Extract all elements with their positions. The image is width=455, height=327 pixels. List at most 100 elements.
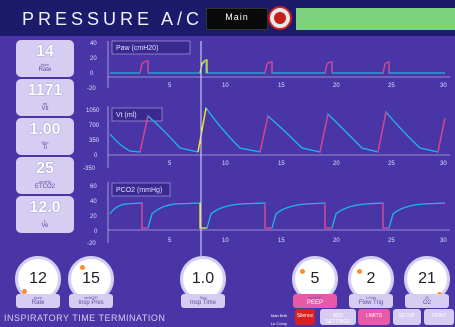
main-screen-button[interactable]: Main <box>206 8 268 30</box>
title-bar: PRESSURE A/C Main <box>0 0 455 36</box>
pco2-ytick-neg20: -20 <box>87 241 96 247</box>
measured-ti-tile[interactable]: 1.00 Sec Ti <box>16 118 74 155</box>
pco2-xtick-30: 30 <box>440 238 447 244</box>
pco2-xtick-25: 25 <box>388 238 395 244</box>
pco2-xtick-15: 15 <box>278 238 285 244</box>
measured-rate-label: Rate <box>38 67 52 73</box>
measured-vti-value: 1171 <box>27 82 63 99</box>
peep-knob-tab[interactable]: cmH2O PEEP <box>293 294 337 308</box>
paw-trace <box>110 60 445 74</box>
vt-inspiration-trace <box>139 111 446 153</box>
flow-trig-knob-label: Flow Trig <box>358 300 384 306</box>
measured-rate-tile[interactable]: 14 bpm Rate <box>16 40 74 77</box>
limits-button-label: LIMITS <box>365 313 383 319</box>
paw-ytick-20: 20 <box>90 56 97 62</box>
status-message: INSPIRATORY TIME TERMINATION <box>4 313 166 323</box>
vt-xtick-15: 15 <box>278 161 285 167</box>
vt-ytick-0: 0 <box>94 153 98 159</box>
insp-time-knob-tab[interactable]: Sec Insp Time <box>181 294 225 308</box>
silence-button-label: Silence <box>296 313 314 319</box>
waveform-area: Paw (cmH20) 40 20 0 -20 5 10 15 20 25 30… <box>83 40 450 256</box>
flow-trig-knob-tab[interactable]: L/min Flow Trig <box>349 294 393 308</box>
vt-xtick-10: 10 <box>222 161 229 167</box>
o2-knob-label: O2 <box>422 300 431 306</box>
peep-knob-label: PEEP <box>306 300 323 306</box>
insp-pres-knob-tab[interactable]: cmH2O Insp Pres <box>69 294 113 308</box>
insp-time-knob-label: Insp Time <box>189 300 216 306</box>
adv-settings-button[interactable]: ADV SETTINGS <box>320 309 356 325</box>
vt-ytick-1050: 1050 <box>86 108 100 114</box>
measured-vti-label: Vti <box>41 106 49 112</box>
vt-current-breath <box>197 107 207 153</box>
brand-logo-icon <box>268 6 292 30</box>
print-button[interactable]: PRINT <box>424 309 454 325</box>
pco2-xtick-5: 5 <box>168 238 172 244</box>
pco2-ytick-60: 60 <box>90 184 97 190</box>
paw-inspiration-trace <box>139 60 390 74</box>
rate-knob-value: 12 <box>29 270 47 287</box>
measurement-panel: 14 bpm Rate 1171 ml Vti 1.00 Sec Ti 25 m… <box>0 36 80 256</box>
vt-xtick-20: 20 <box>333 161 340 167</box>
pco2-xtick-20: 20 <box>333 238 340 244</box>
vt-ytick-700: 700 <box>89 123 100 129</box>
vt-ytick-350: 350 <box>89 138 100 144</box>
main-label: Main <box>225 12 249 22</box>
pco2-ytick-0: 0 <box>94 229 98 235</box>
o2-knob-tab[interactable]: % O2 <box>405 294 449 308</box>
setup-button-label: SETUP <box>398 313 416 319</box>
paw-xtick-10: 10 <box>222 83 229 89</box>
rate-knob-label: Rate <box>31 300 45 306</box>
setup-button[interactable]: SETUP <box>393 309 421 325</box>
insp-pres-knob-value: 15 <box>82 270 100 287</box>
pco2-trace <box>109 202 446 229</box>
vt-xtick-25: 25 <box>388 161 395 167</box>
paw-ytick-40: 40 <box>90 41 97 47</box>
vt-xtick-5: 5 <box>168 161 172 167</box>
flow-trig-knob-indicator <box>357 269 362 274</box>
alarm-status-bar <box>296 8 455 30</box>
measured-ve-label: Ve <box>41 223 49 229</box>
paw-xtick-5: 5 <box>168 83 172 89</box>
mode-title: PRESSURE A/C <box>22 9 204 29</box>
o2-knob-value: 21 <box>418 270 436 287</box>
vt-ytick-neg350: -350 <box>83 166 96 172</box>
measured-etco2-value: 25 <box>36 160 54 177</box>
limits-button[interactable]: LIMITS <box>358 309 390 325</box>
paw-xtick-25: 25 <box>388 83 395 89</box>
measured-ve-value: 12.0 <box>29 199 61 216</box>
paw-ytick-0: 0 <box>90 71 94 77</box>
silence-button[interactable]: Silence <box>295 309 315 325</box>
pco2-plot: PCO2 (mmHg) 60 40 20 0 -20 5 10 15 20 25… <box>87 182 450 247</box>
insp-pres-knob-indicator <box>80 265 85 270</box>
measured-rate-value: 14 <box>36 43 54 60</box>
pco2-ytick-40: 40 <box>90 199 97 205</box>
pco2-label: PCO2 (mmHg) <box>116 187 162 194</box>
rate-knob-tab[interactable]: bpm Rate <box>16 294 60 308</box>
ventilator-screen: PRESSURE A/C Main 14 bpm Rate 1171 ml Vt… <box>0 0 455 327</box>
peep-knob-indicator <box>300 269 305 274</box>
measured-ti-label: Ti <box>42 145 48 151</box>
pco2-xtick-10: 10 <box>222 238 229 244</box>
vt-xtick-30: 30 <box>440 161 447 167</box>
paw-ytick-neg20: -20 <box>87 86 96 92</box>
measured-ve-tile[interactable]: 12.0 L Ve <box>16 196 74 233</box>
measured-vti-tile[interactable]: 1171 ml Vti <box>16 79 74 116</box>
manual-breath-label: Man Brth <box>271 313 288 318</box>
vt-plot: Vt (ml) 1050 700 350 0 -350 5 10 15 20 2… <box>83 106 450 172</box>
pco2-ytick-20: 20 <box>90 214 97 220</box>
vt-label: Vt (ml) <box>116 112 137 119</box>
control-panel: 12 bpm Rate 15 cmH2O Insp Pres 1.0 Sec I… <box>0 256 455 327</box>
paw-xtick-30: 30 <box>440 83 447 89</box>
leak-comp-label: Lk Comp <box>271 321 288 326</box>
print-button-label: PRINT <box>431 313 447 319</box>
insp-pres-knob-label: Insp Pres <box>78 300 104 306</box>
paw-xtick-15: 15 <box>278 83 285 89</box>
paw-xtick-20: 20 <box>333 83 340 89</box>
paw-label: Paw (cmH20) <box>116 45 158 52</box>
insp-time-knob-value: 1.0 <box>191 270 215 287</box>
adv-settings-button-label: ADV SETTINGS <box>325 313 351 325</box>
measured-etco2-tile[interactable]: 25 mmHg ETCO2 <box>16 157 74 194</box>
paw-plot: Paw (cmH20) 40 20 0 -20 5 10 15 20 25 30 <box>87 40 450 92</box>
measured-etco2-label: ETCO2 <box>34 184 55 190</box>
measured-ti-value: 1.00 <box>29 121 61 138</box>
